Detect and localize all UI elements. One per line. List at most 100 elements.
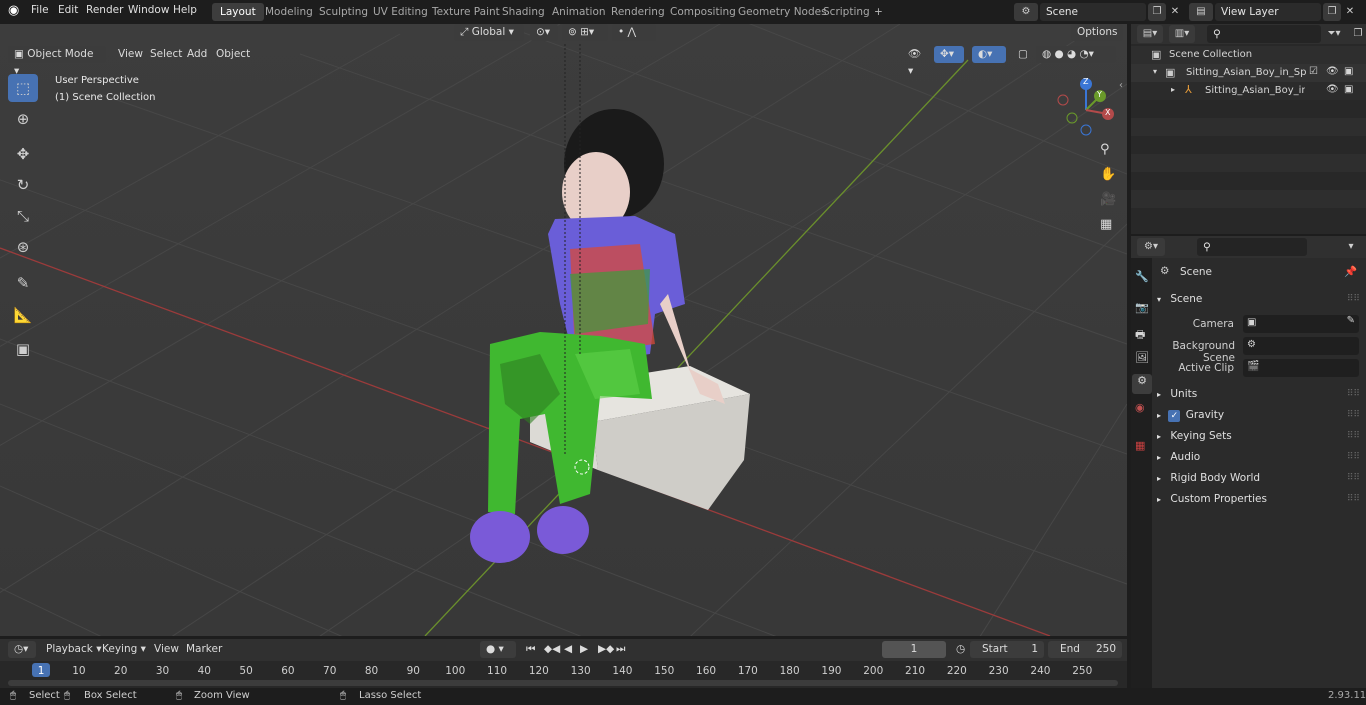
- proportional-edit-icon[interactable]: • ⋀: [612, 24, 656, 41]
- menu-marker[interactable]: Marker: [180, 641, 228, 658]
- scene-panel-header[interactable]: ▾ Scene ⠿⠿: [1155, 289, 1360, 309]
- scene-browse-icon[interactable]: ⚙: [1014, 3, 1038, 21]
- annotate-tool-icon[interactable]: ✎: [8, 269, 38, 297]
- eye-icon[interactable]: 👁: [1326, 84, 1339, 95]
- use-preview-range-icon[interactable]: ◷: [950, 641, 971, 658]
- auto-keying-icon[interactable]: ● ▾: [480, 641, 516, 658]
- transform-tool-icon[interactable]: ⊛: [8, 233, 38, 261]
- drag-grip-icon[interactable]: ⠿⠿: [1347, 405, 1360, 425]
- add-cube-tool-icon[interactable]: ▣: [8, 335, 38, 363]
- measure-tool-icon[interactable]: 📐: [8, 301, 38, 329]
- camera-render-icon[interactable]: ▣: [1344, 66, 1353, 77]
- drag-grip-icon[interactable]: ⠿⠿: [1347, 426, 1360, 446]
- rigid-body-world-panel-header[interactable]: ▸ Rigid Body World ⠿⠿: [1155, 468, 1360, 488]
- scene-name-field[interactable]: Scene: [1040, 3, 1146, 21]
- gravity-checkbox[interactable]: ✓: [1168, 410, 1181, 422]
- eye-icon[interactable]: 👁: [1326, 66, 1339, 77]
- end-frame-field[interactable]: End 250: [1048, 641, 1122, 658]
- menu-add[interactable]: Add: [181, 46, 213, 63]
- world-tab-icon[interactable]: ◉: [1135, 401, 1145, 414]
- expand-chevron-icon[interactable]: ▾: [1153, 67, 1157, 76]
- display-mode-icon[interactable]: ▥▾: [1169, 25, 1195, 43]
- mode-select[interactable]: ▣ Object Mode ▾: [8, 46, 106, 77]
- outliner-editor-type-icon[interactable]: ▤▾: [1137, 25, 1163, 43]
- timeline-scrollbar[interactable]: [8, 680, 1118, 686]
- drag-grip-icon[interactable]: ⠿⠿: [1347, 468, 1360, 488]
- scale-tool-icon[interactable]: ⤡: [8, 202, 38, 230]
- xray-icon[interactable]: ▢: [1012, 46, 1030, 63]
- visibility-icon[interactable]: 👁▾: [902, 46, 930, 77]
- timeline-editor-type-icon[interactable]: ◷▾: [8, 641, 36, 658]
- properties-options-icon[interactable]: ▾: [1341, 238, 1361, 256]
- render-tab-icon[interactable]: 📷: [1135, 301, 1149, 314]
- drag-grip-icon[interactable]: ⠿⠿: [1347, 447, 1360, 467]
- outliner-row-object[interactable]: ▸ ⅄ Sitting_Asian_Boy_in_Spi 👁 ▣: [1131, 82, 1366, 100]
- scene-tab-icon[interactable]: ⚙: [1132, 374, 1152, 394]
- units-panel-header[interactable]: ▸ Units ⠿⠿: [1155, 384, 1360, 404]
- eyedropper-icon[interactable]: ✎: [1347, 315, 1355, 326]
- view-layer-browse-icon[interactable]: ▤: [1189, 3, 1213, 21]
- drag-grip-icon[interactable]: ⠿⠿: [1347, 384, 1360, 404]
- custom-properties-panel-header[interactable]: ▸ Custom Properties ⠿⠿: [1155, 489, 1360, 509]
- drag-grip-icon[interactable]: ⠿⠿: [1347, 289, 1360, 309]
- start-frame-field[interactable]: Start 1: [970, 641, 1044, 658]
- overlay-toggle-icon[interactable]: ◐▾: [972, 46, 1006, 63]
- exclude-checkbox-icon[interactable]: ☑: [1309, 66, 1318, 77]
- 3d-viewport[interactable]: ▣ Object Mode ▾ View Select Add Object ⤢…: [0, 24, 1127, 636]
- transform-orientation[interactable]: ⤢ Global ▾: [454, 24, 524, 41]
- texture-tab-icon[interactable]: ▦: [1135, 439, 1145, 452]
- menu-render[interactable]: Render: [86, 4, 123, 16]
- menu-window[interactable]: Window: [128, 4, 169, 16]
- outliner-row-root[interactable]: ▣ Scene Collection: [1131, 46, 1366, 64]
- camera-view-icon[interactable]: 🎥: [1100, 192, 1116, 207]
- pivot-point-icon[interactable]: ⊙▾: [530, 24, 558, 41]
- output-tab-icon[interactable]: 🖶: [1135, 326, 1145, 345]
- properties-search-input[interactable]: ⚲: [1197, 238, 1307, 256]
- remove-scene-icon[interactable]: ✕: [1166, 3, 1184, 21]
- view-layer-tab-icon[interactable]: 🖼: [1135, 351, 1149, 364]
- snap-icon[interactable]: ⊚ ⊞▾: [562, 24, 608, 41]
- menu-edit[interactable]: Edit: [58, 4, 78, 16]
- tool-tab-icon[interactable]: 🔧: [1135, 270, 1149, 283]
- camera-render-icon[interactable]: ▣: [1344, 84, 1353, 95]
- new-collection-icon[interactable]: ❐: [1349, 25, 1366, 43]
- outliner-row-collection[interactable]: ▾ ▣ Sitting_Asian_Boy_in_Spiderm ☑ 👁 ▣: [1131, 64, 1366, 82]
- move-tool-icon[interactable]: ✥: [8, 140, 38, 168]
- background-scene-field[interactable]: ⚙: [1243, 337, 1359, 355]
- remove-view-layer-icon[interactable]: ✕: [1341, 3, 1359, 21]
- pan-hand-icon[interactable]: ✋: [1100, 167, 1116, 182]
- menu-keying[interactable]: Keying ▾: [96, 641, 152, 658]
- shading-modes[interactable]: ◍ ● ◕ ◔▾: [1036, 46, 1116, 63]
- filter-icon[interactable]: ⏷▾: [1321, 25, 1347, 43]
- menu-file[interactable]: File: [31, 4, 49, 16]
- ortho-grid-icon[interactable]: ▦: [1100, 217, 1112, 232]
- zoom-icon[interactable]: ⚲: [1100, 142, 1110, 157]
- options-dropdown[interactable]: Options ▾: [1071, 24, 1123, 55]
- tab-layout[interactable]: Layout: [212, 3, 264, 21]
- menu-object[interactable]: Object: [210, 46, 256, 63]
- audio-panel-header[interactable]: ▸ Audio ⠿⠿: [1155, 447, 1360, 467]
- active-clip-field[interactable]: 🎬: [1243, 359, 1359, 377]
- new-view-layer-icon[interactable]: ❐: [1323, 3, 1341, 21]
- select-box-tool-icon[interactable]: ⬚: [8, 74, 38, 102]
- blender-logo-icon[interactable]: ◉: [8, 3, 19, 18]
- expand-chevron-icon: ▾: [1157, 295, 1162, 304]
- new-scene-icon[interactable]: ❐: [1148, 3, 1166, 21]
- current-frame-field[interactable]: 1: [882, 641, 946, 658]
- view-layer-field[interactable]: View Layer: [1215, 3, 1321, 21]
- drag-grip-icon[interactable]: ⠿⠿: [1347, 489, 1360, 509]
- camera-field[interactable]: ▣ ✎: [1243, 315, 1359, 333]
- sidebar-toggle-icon[interactable]: ‹: [1119, 80, 1123, 91]
- jump-end-icon[interactable]: ⏭: [610, 641, 631, 658]
- expand-chevron-icon[interactable]: ▸: [1171, 85, 1175, 94]
- gravity-panel-header[interactable]: ▸ ✓ Gravity ⠿⠿: [1155, 405, 1360, 425]
- gizmo-toggle-icon[interactable]: ✥▾: [934, 46, 964, 63]
- outliner-search-input[interactable]: ⚲: [1207, 25, 1321, 43]
- rotate-tool-icon[interactable]: ↻: [8, 171, 38, 199]
- pin-icon[interactable]: 📌: [1344, 265, 1357, 278]
- properties-editor-type-icon[interactable]: ⚙▾: [1137, 238, 1165, 256]
- add-workspace-button[interactable]: +: [866, 3, 891, 21]
- keying-sets-panel-header[interactable]: ▸ Keying Sets ⠿⠿: [1155, 426, 1360, 446]
- cursor-tool-icon[interactable]: ⊕: [8, 105, 38, 133]
- menu-help[interactable]: Help: [173, 4, 197, 16]
